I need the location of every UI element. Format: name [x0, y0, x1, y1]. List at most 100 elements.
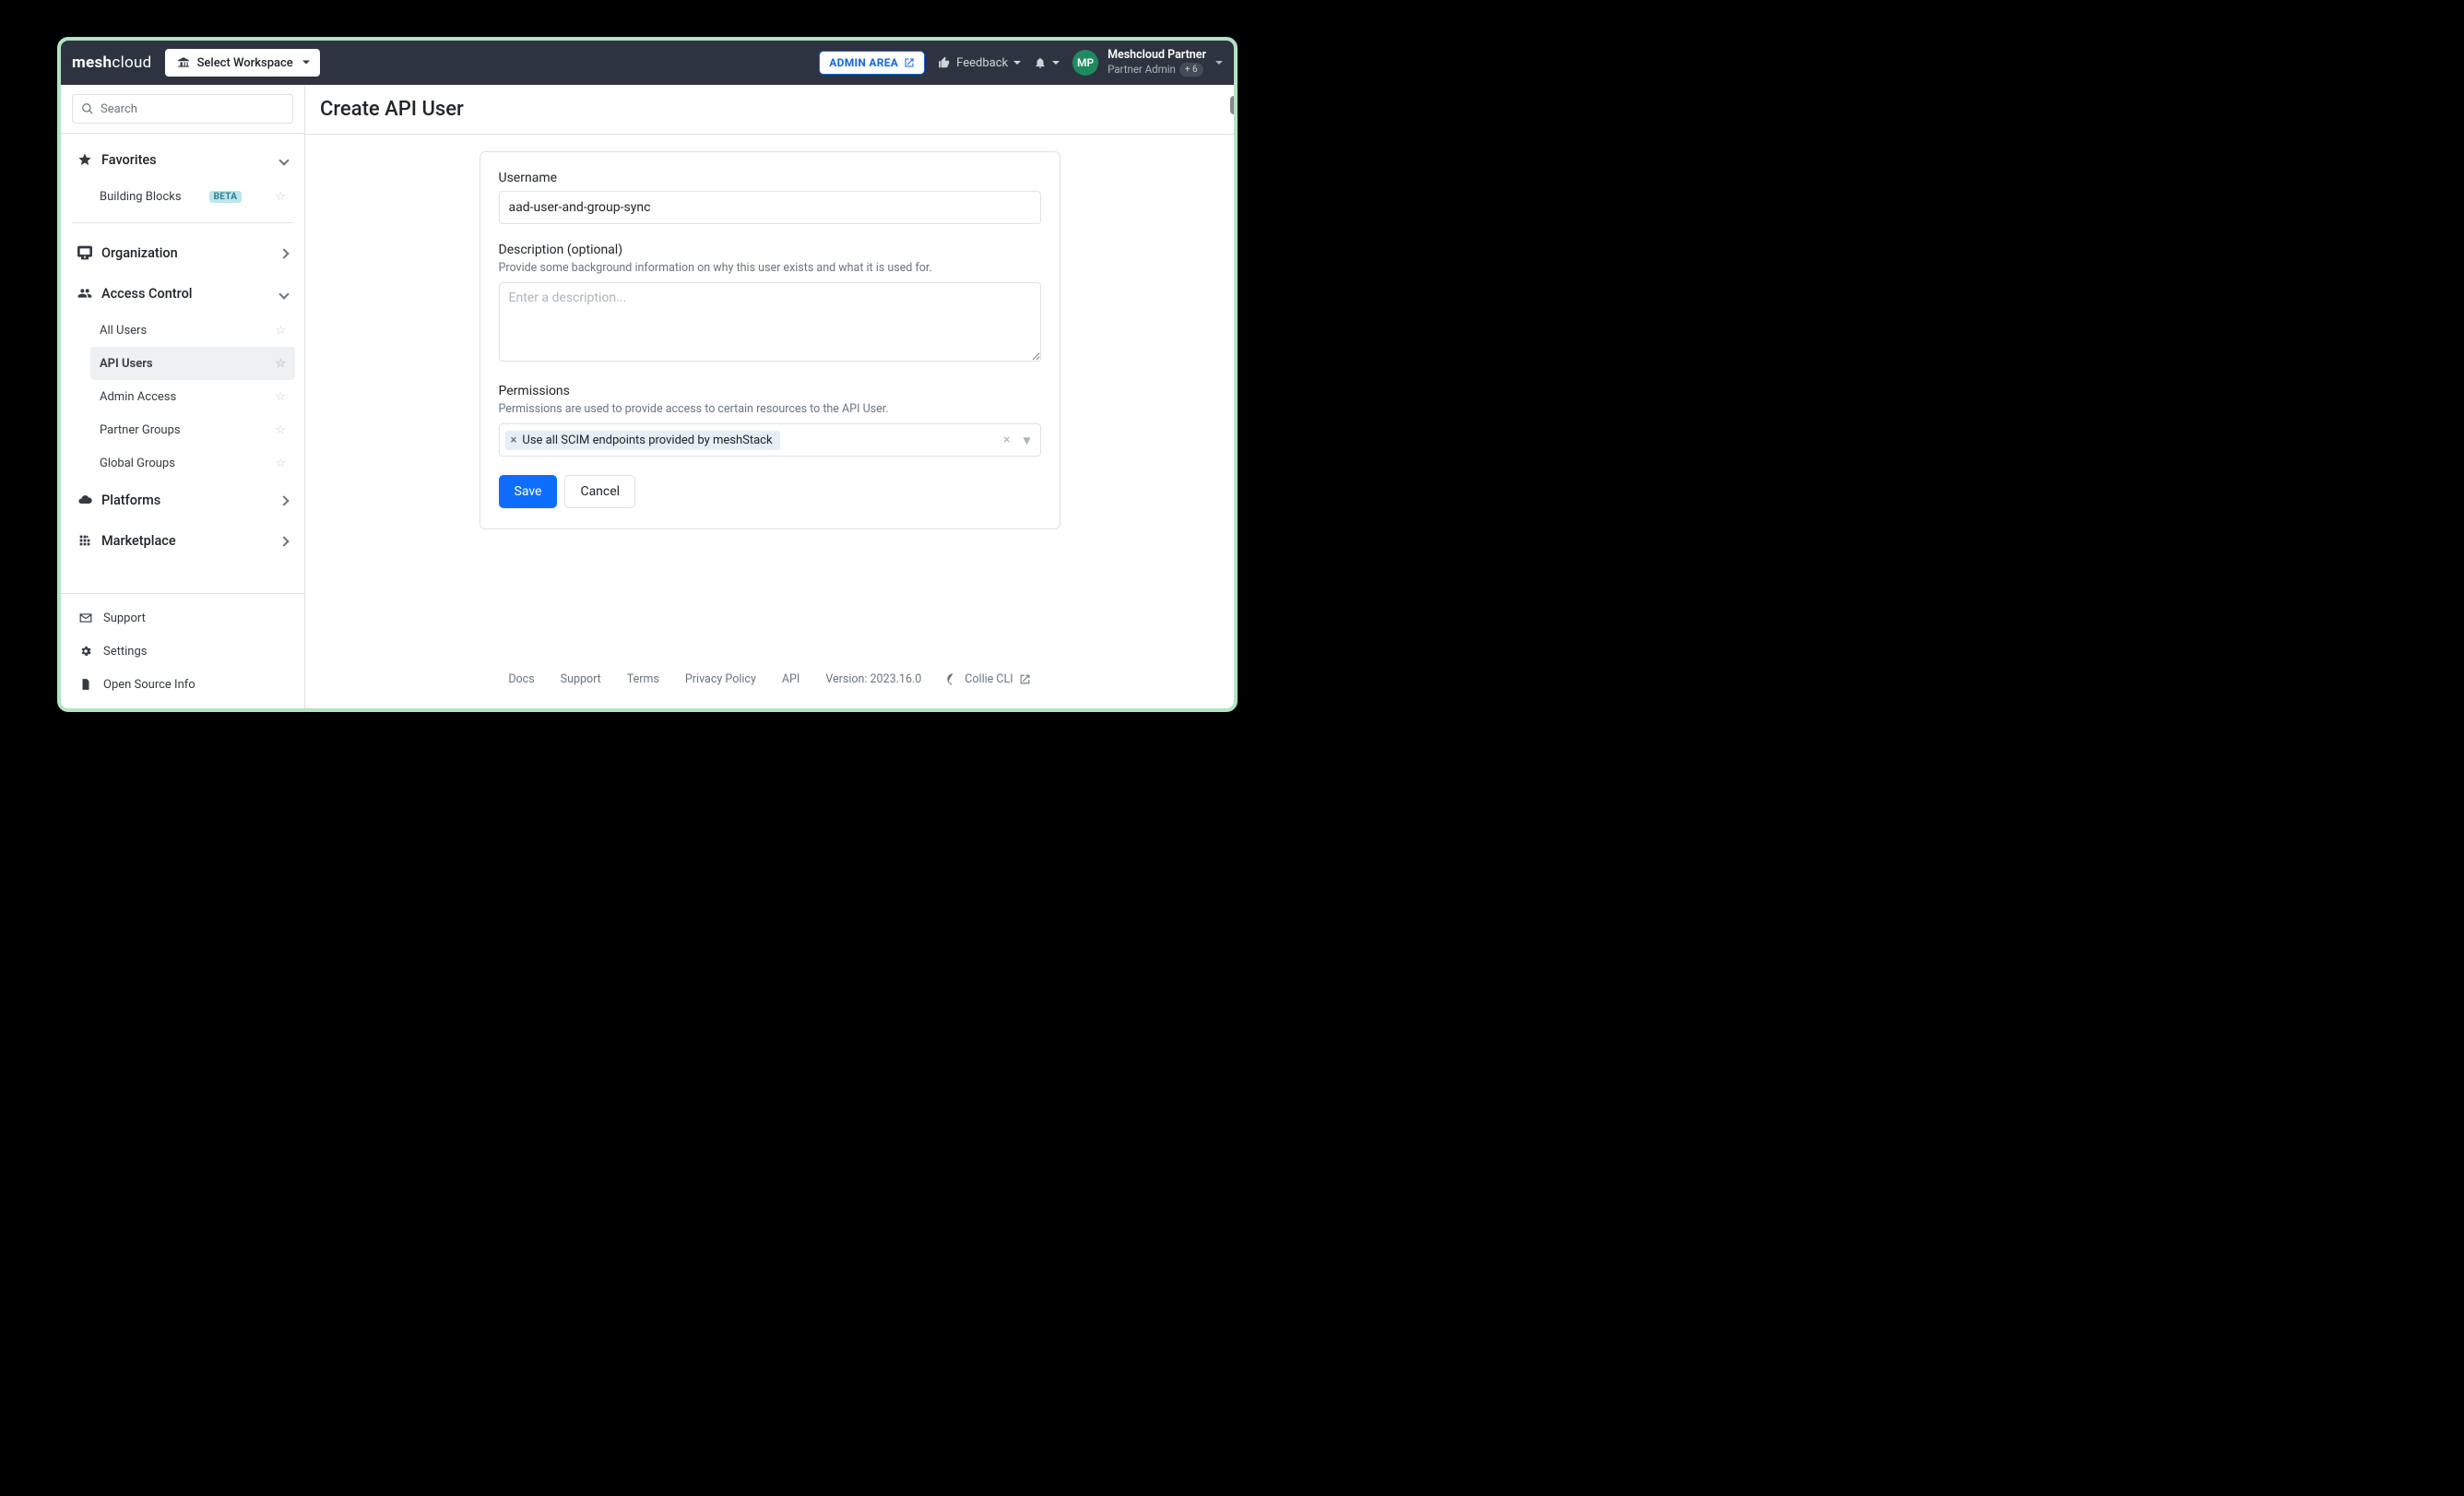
search-input[interactable] — [72, 94, 293, 124]
admin-area-button[interactable]: ADMIN AREA — [819, 51, 925, 75]
sidebar-footer: Support Settings Open Source Info — [61, 593, 304, 708]
sidebar-section-favorites[interactable]: Favorites — [70, 139, 295, 180]
app-window: meshcloud Select Workspace ADMIN AREA Fe… — [57, 37, 1238, 712]
form-card: Username Description (optional) Provide … — [480, 151, 1060, 529]
sidebar-item-label: Admin Access — [100, 390, 176, 404]
permission-tag-label: Use all SCIM endpoints provided by meshS… — [522, 433, 772, 447]
sidebar-item-label: Building Blocks — [100, 190, 182, 204]
sidebar: Favorites Building Blocks BETA ☆ — [61, 85, 305, 708]
description-textarea[interactable] — [499, 282, 1041, 362]
sidebar-section-platforms[interactable]: Platforms — [70, 480, 295, 520]
select-workspace-label: Select Workspace — [197, 56, 293, 70]
select-workspace-button[interactable]: Select Workspace — [165, 49, 320, 77]
star-outline-icon[interactable]: ☆ — [275, 357, 286, 371]
brand-logo: meshcloud — [72, 53, 152, 72]
sidebar-section-label: Platforms — [101, 493, 160, 508]
caret-down-icon — [1215, 61, 1223, 68]
star-outline-icon[interactable]: ☆ — [275, 390, 286, 404]
bank-icon — [177, 56, 190, 69]
sidebar-nav: Favorites Building Blocks BETA ☆ — [61, 134, 304, 593]
page-footer: Docs Support Terms Privacy Policy API Ve… — [322, 658, 1217, 692]
sidebar-section-access-control[interactable]: Access Control — [70, 273, 295, 314]
feedback-label: Feedback — [956, 56, 1008, 70]
file-icon — [79, 678, 92, 691]
avatar: MP — [1072, 50, 1098, 76]
footer-link-terms[interactable]: Terms — [627, 672, 659, 686]
footer-link-docs[interactable]: Docs — [508, 672, 534, 686]
star-outline-icon[interactable]: ☆ — [275, 324, 286, 338]
footer-collie-label: Collie CLI — [965, 672, 1013, 686]
sidebar-item-all-users[interactable]: All Users ☆ — [90, 314, 295, 347]
footer-version: Version: 2023.16.0 — [825, 672, 921, 686]
sidebar-section-marketplace[interactable]: Marketplace — [70, 520, 295, 561]
monitor-icon — [77, 245, 92, 260]
divider — [72, 222, 293, 223]
sidebar-section-label: Access Control — [101, 286, 193, 302]
sidebar-footer-support[interactable]: Support — [61, 601, 304, 635]
apps-icon — [77, 533, 92, 548]
sidebar-item-partner-groups[interactable]: Partner Groups ☆ — [90, 413, 295, 446]
notifications-button[interactable] — [1034, 56, 1060, 69]
sidebar-item-label: All Users — [100, 324, 147, 338]
remove-tag-button[interactable]: × — [511, 433, 517, 447]
sidebar-footer-oss[interactable]: Open Source Info — [61, 668, 304, 701]
star-outline-icon[interactable]: ☆ — [275, 457, 286, 470]
sidebar-item-label: Settings — [103, 645, 147, 659]
caret-down-icon[interactable]: ▾ — [1023, 432, 1030, 449]
sidebar-item-global-groups[interactable]: Global Groups ☆ — [90, 446, 295, 480]
chevron-down-icon — [280, 152, 288, 168]
gear-icon — [79, 645, 92, 658]
username-input[interactable] — [499, 191, 1041, 224]
cancel-button[interactable]: Cancel — [564, 475, 635, 508]
caret-down-icon — [1013, 61, 1021, 68]
footer-link-api[interactable]: API — [782, 672, 800, 686]
sidebar-item-label: Partner Groups — [100, 423, 181, 437]
sidebar-item-api-users[interactable]: API Users ☆ — [90, 347, 295, 380]
footer-link-support[interactable]: Support — [561, 672, 601, 686]
permissions-multiselect[interactable]: × Use all SCIM endpoints provided by mes… — [499, 423, 1041, 457]
field-username: Username — [499, 171, 1041, 224]
sidebar-item-label: Support — [103, 611, 146, 625]
feedback-link[interactable]: Feedback — [938, 56, 1021, 70]
user-menu[interactable]: MP Meshcloud Partner Partner Admin + 6 — [1072, 49, 1223, 76]
caret-down-icon — [1052, 61, 1060, 68]
footer-link-collie[interactable]: Collie CLI — [947, 672, 1030, 686]
external-link-icon — [1019, 673, 1031, 685]
body: Favorites Building Blocks BETA ☆ — [61, 85, 1234, 708]
sidebar-section-label: Organization — [101, 245, 178, 261]
clear-all-button[interactable]: × — [1003, 433, 1010, 447]
sidebar-item-label: Open Source Info — [103, 678, 195, 692]
sidebar-item-label: Global Groups — [100, 457, 175, 470]
users-icon — [77, 286, 92, 301]
save-button[interactable]: Save — [499, 475, 558, 508]
beta-badge: BETA — [209, 191, 243, 203]
thumbs-up-icon — [938, 56, 951, 69]
page-header: Create API User — [305, 85, 1234, 135]
star-outline-icon[interactable]: ☆ — [275, 423, 286, 437]
admin-area-label: ADMIN AREA — [829, 56, 898, 69]
role-extra-badge: + 6 — [1179, 63, 1203, 77]
sidebar-item-building-blocks[interactable]: Building Blocks BETA ☆ — [90, 180, 295, 213]
sidebar-item-label: API Users — [100, 357, 153, 371]
footer-link-privacy[interactable]: Privacy Policy — [685, 672, 756, 686]
form-actions: Save Cancel — [499, 475, 1041, 508]
chevron-right-icon — [280, 533, 288, 549]
top-bar: meshcloud Select Workspace ADMIN AREA Fe… — [61, 41, 1234, 85]
cloud-icon — [77, 493, 92, 507]
search-icon — [81, 102, 94, 115]
sidebar-search — [61, 85, 304, 134]
sidebar-item-admin-access[interactable]: Admin Access ☆ — [90, 380, 295, 413]
field-permissions: Permissions Permissions are used to prov… — [499, 384, 1041, 457]
star-outline-icon[interactable]: ☆ — [275, 190, 286, 204]
chevron-right-icon — [280, 245, 288, 261]
sidebar-footer-settings[interactable]: Settings — [61, 635, 304, 668]
sidebar-section-label: Favorites — [101, 152, 157, 168]
chevron-down-icon — [280, 286, 288, 302]
sidebar-section-organization[interactable]: Organization — [70, 232, 295, 273]
external-link-icon — [904, 57, 915, 68]
window-scrollbar[interactable] — [1230, 96, 1238, 114]
permission-tag: × Use all SCIM endpoints provided by mes… — [505, 431, 780, 450]
star-icon — [77, 152, 92, 167]
github-icon — [947, 673, 959, 685]
user-text: Meshcloud Partner Partner Admin + 6 — [1108, 49, 1206, 76]
